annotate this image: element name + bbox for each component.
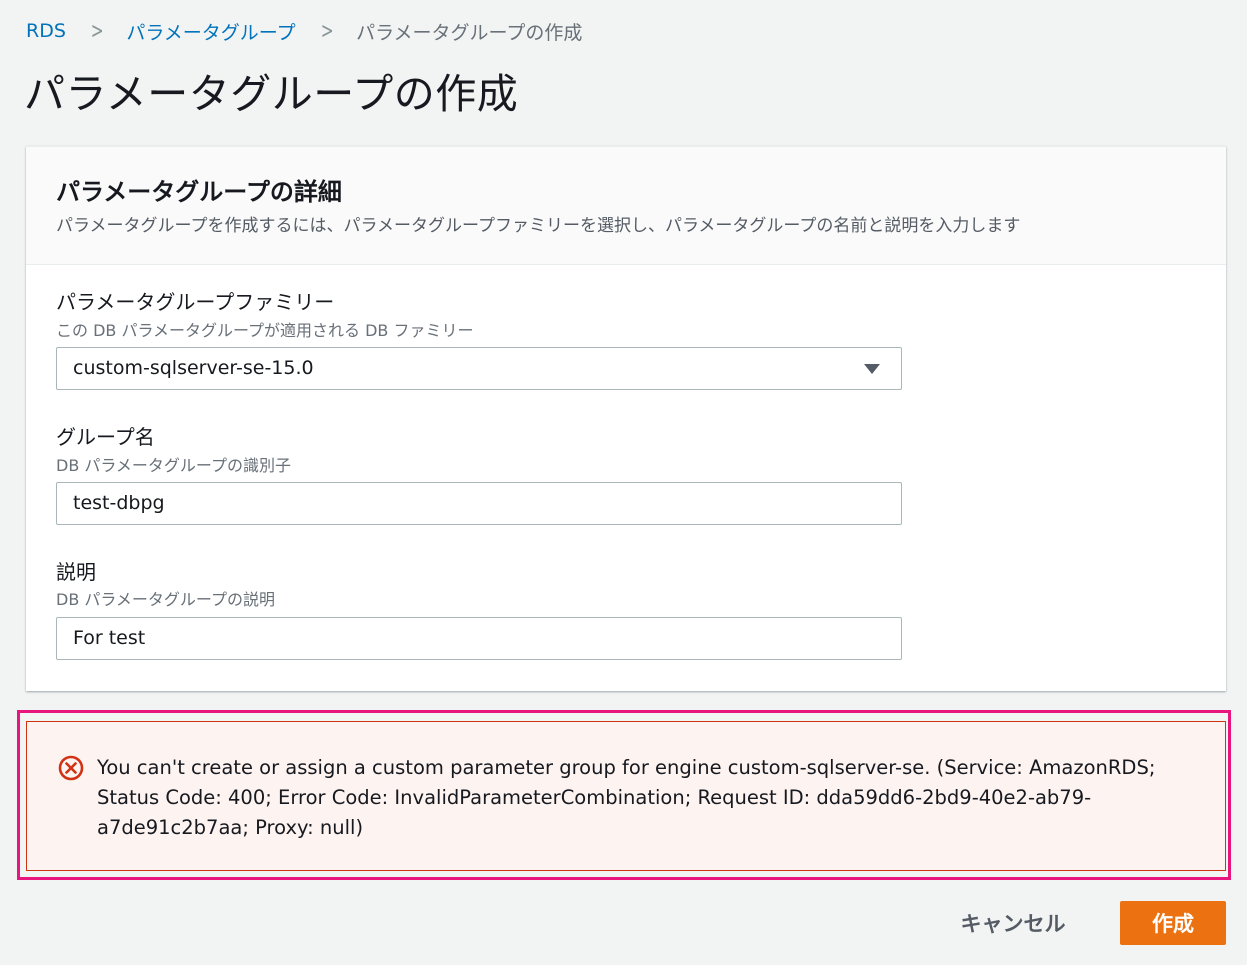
chevron-right-icon: > <box>90 18 104 44</box>
family-select-value: custom-sqlserver-se-15.0 <box>73 357 314 379</box>
breadcrumb-rds-link[interactable]: RDS <box>26 20 66 42</box>
caret-down-icon <box>864 364 880 374</box>
panel-title: パラメータグループの詳細 <box>56 178 342 206</box>
family-select[interactable]: custom-sqlserver-se-15.0 <box>56 347 902 390</box>
parameter-group-details-panel: パラメータグループの詳細 パラメータグループを作成するには、パラメータグループフ… <box>26 146 1226 691</box>
page-title: パラメータグループの作成 <box>24 70 519 118</box>
breadcrumb-current: パラメータグループの作成 <box>356 21 583 44</box>
cancel-button[interactable]: キャンセル <box>944 901 1082 944</box>
family-label: パラメータグループファミリー <box>56 290 335 314</box>
description-description: DB パラメータグループの説明 <box>56 590 275 609</box>
panel-header: パラメータグループの詳細 パラメータグループを作成するには、パラメータグループフ… <box>26 147 1226 265</box>
error-message: You can't create or assign a custom para… <box>97 756 1156 839</box>
family-description: この DB パラメータグループが適用される DB ファミリー <box>56 321 474 340</box>
create-button[interactable]: 作成 <box>1120 901 1226 945</box>
breadcrumb: RDS > パラメータグループ > パラメータグループの作成 <box>26 17 582 45</box>
description-label: 説明 <box>56 560 96 584</box>
panel-description: パラメータグループを作成するには、パラメータグループファミリーを選択し、パラメー… <box>56 216 1021 236</box>
description-input[interactable]: For test <box>56 617 902 660</box>
chevron-right-icon: > <box>320 18 334 44</box>
group-name-input[interactable]: test-dbpg <box>56 482 902 525</box>
breadcrumb-parameter-groups-link[interactable]: パラメータグループ <box>126 18 295 45</box>
group-name-description: DB パラメータグループの識別子 <box>56 456 291 475</box>
group-name-label: グループ名 <box>56 425 155 449</box>
error-circle-icon <box>58 755 84 781</box>
error-alert: You can't create or assign a custom para… <box>26 721 1226 871</box>
